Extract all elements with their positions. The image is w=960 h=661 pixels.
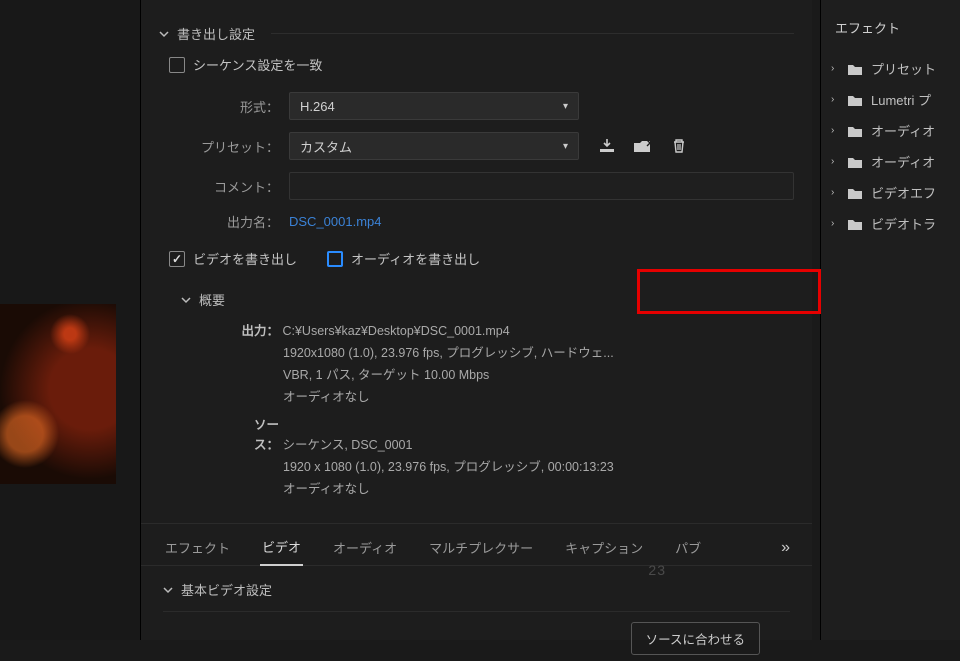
tree-label: ビデオトラ: [871, 214, 936, 233]
chevron-down-icon: [163, 585, 173, 595]
folder-icon: [847, 217, 863, 231]
format-label: 形式：: [159, 97, 289, 116]
comment-input[interactable]: [289, 172, 794, 200]
preset-value: カスタム: [300, 137, 352, 156]
source-line-1: シーケンス, DSC_0001: [282, 438, 412, 452]
folder-icon: [847, 93, 863, 107]
save-preset-icon[interactable]: [629, 134, 657, 158]
source-line-3: オーディオなし: [231, 479, 794, 499]
basic-video-header[interactable]: 基本ビデオ設定: [163, 580, 790, 599]
match-sequence-checkbox[interactable]: [169, 57, 185, 73]
section-title: 書き出し設定: [177, 24, 255, 43]
source-line-2: 1920 x 1080 (1.0), 23.976 fps, プログレッシブ, …: [231, 457, 794, 477]
export-audio-label: オーディオを書き出し: [351, 249, 480, 268]
preview-thumbnail: [0, 304, 116, 484]
output-detail-2: VBR, 1 パス, ターゲット 10.00 Mbps: [231, 365, 794, 385]
summary-title: 概要: [199, 290, 225, 309]
folder-icon: [847, 62, 863, 76]
tree-label: プリセット: [871, 59, 936, 78]
folder-icon: [847, 155, 863, 169]
preset-select[interactable]: カスタム ▾: [289, 132, 579, 160]
tree-label: オーディオ: [871, 121, 935, 140]
chevron-down-icon: [181, 295, 191, 305]
export-audio-checkbox[interactable]: [327, 251, 343, 267]
output-path: C:¥Users¥kaz¥Desktop¥DSC_0001.mp4: [282, 324, 509, 338]
tree-item-video-fx[interactable]: › ビデオエフ: [821, 177, 960, 208]
match-sequence-label: シーケンス設定を一致: [193, 55, 322, 74]
tab-audio[interactable]: オーディオ: [331, 530, 399, 565]
tab-publish[interactable]: パブ: [673, 530, 703, 565]
tab-bar: エフェクト ビデオ オーディオ マルチプレクサー キャプション パブ »: [141, 523, 812, 565]
export-video-checkbox[interactable]: [169, 251, 185, 267]
output-detail-1: 1920x1080 (1.0), 23.976 fps, プログレッシブ, ハー…: [231, 343, 794, 363]
tree-item-audio-2[interactable]: › オーディオ: [821, 146, 960, 177]
delete-preset-icon[interactable]: [665, 134, 693, 158]
chevron-right-icon: ›: [831, 156, 839, 167]
ghost-timestamp: 23: [648, 562, 666, 578]
match-source-button[interactable]: ソースに合わせる: [631, 622, 760, 655]
chevron-right-icon: ›: [831, 218, 839, 229]
format-value: H.264: [300, 99, 335, 114]
output-name-link[interactable]: DSC_0001.mp4: [289, 214, 382, 229]
import-preset-icon[interactable]: [593, 134, 621, 158]
chevron-right-icon: ›: [831, 187, 839, 198]
chevron-right-icon: ›: [831, 125, 839, 136]
tree-label: Lumetri プ: [871, 90, 931, 109]
output-detail-3: オーディオなし: [231, 387, 794, 407]
tab-captions[interactable]: キャプション: [563, 530, 645, 565]
tabs-overflow-icon[interactable]: »: [781, 539, 790, 557]
tree-label: オーディオ: [871, 152, 935, 171]
tree-label: ビデオエフ: [871, 183, 936, 202]
folder-icon: [847, 186, 863, 200]
tab-effects[interactable]: エフェクト: [163, 530, 232, 565]
preset-label: プリセット：: [159, 137, 289, 156]
output-heading: 出力：: [231, 321, 279, 341]
export-settings-header[interactable]: 書き出し設定: [159, 24, 794, 43]
basic-video-title: 基本ビデオ設定: [181, 580, 272, 599]
output-name-label: 出力名：: [159, 212, 289, 231]
comment-label: コメント：: [159, 177, 289, 196]
tree-item-video-trans[interactable]: › ビデオトラ: [821, 208, 960, 239]
tree-item-audio-1[interactable]: › オーディオ: [821, 115, 960, 146]
chevron-right-icon: ›: [831, 63, 839, 74]
chevron-down-icon: [159, 29, 169, 39]
format-select[interactable]: H.264 ▾: [289, 92, 579, 120]
folder-icon: [847, 124, 863, 138]
export-video-label: ビデオを書き出し: [193, 249, 297, 268]
tab-multiplexer[interactable]: マルチプレクサー: [427, 530, 535, 565]
chevron-down-icon: ▾: [563, 101, 568, 112]
chevron-down-icon: ▾: [563, 141, 568, 152]
source-heading: ソース：: [231, 415, 279, 455]
chevron-right-icon: ›: [831, 94, 839, 105]
tree-item-lumetri[interactable]: › Lumetri プ: [821, 84, 960, 115]
effects-panel-title: エフェクト: [821, 18, 960, 53]
tree-item-presets[interactable]: › プリセット: [821, 53, 960, 84]
tab-video[interactable]: ビデオ: [260, 529, 303, 566]
